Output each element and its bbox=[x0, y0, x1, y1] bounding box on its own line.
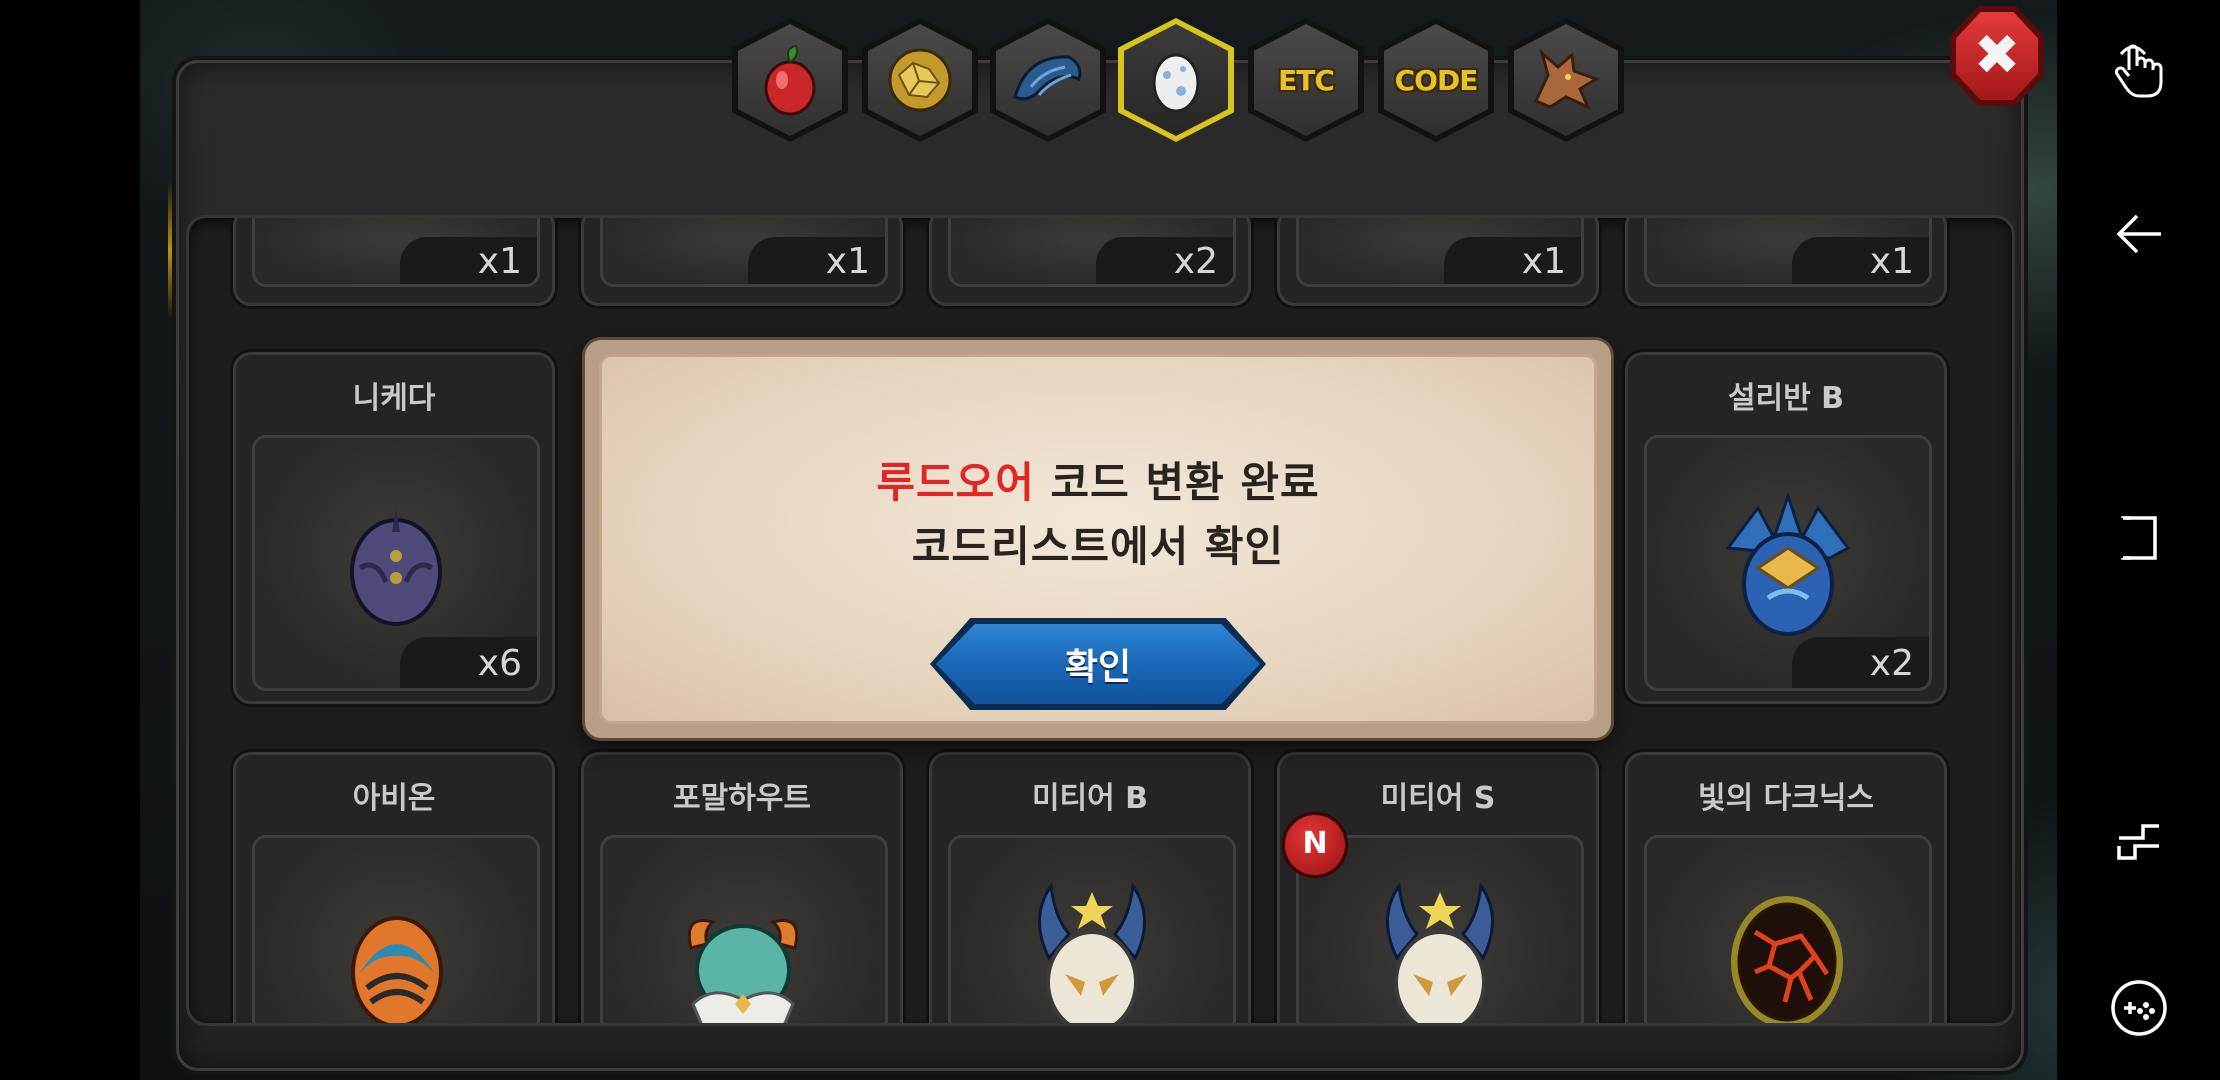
gold-ore-icon bbox=[888, 48, 952, 112]
item-slot bbox=[1644, 835, 1932, 1023]
item-card-sullivan-b[interactable]: 설리반 B x2 bbox=[1625, 352, 1947, 704]
confirm-button[interactable]: 확인 bbox=[930, 618, 1266, 710]
item-card-dark-knix[interactable]: 빛의 다크닉스 bbox=[1625, 752, 1947, 1023]
blue-scale-icon bbox=[1013, 55, 1082, 101]
item-card-meteor-b[interactable]: 미티어 B bbox=[929, 752, 1251, 1023]
item-card-nikeda[interactable]: 니케다 x6 bbox=[233, 352, 555, 704]
item-slot: x1 bbox=[252, 218, 540, 287]
item-quantity: x2 bbox=[1792, 637, 1929, 688]
recents-icon bbox=[2121, 516, 2157, 560]
item-slot bbox=[948, 835, 1236, 1023]
overview-button[interactable] bbox=[2097, 800, 2181, 884]
system-navigation-bar bbox=[2057, 0, 2220, 1080]
item-slot: x2 bbox=[948, 218, 1236, 287]
item-card[interactable]: x1 bbox=[233, 218, 555, 306]
dialog-message-line1: 루드오어 코드 변환 완료 bbox=[602, 449, 1594, 510]
item-card[interactable]: x1 bbox=[1625, 218, 1947, 306]
item-card[interactable]: x1 bbox=[581, 218, 903, 306]
recents-button[interactable] bbox=[2097, 496, 2181, 580]
hand-touch-icon bbox=[2115, 44, 2163, 98]
horned-mask-egg-icon bbox=[1038, 881, 1146, 1023]
item-slot bbox=[252, 835, 540, 1023]
red-fruit-icon bbox=[764, 44, 816, 116]
item-name: 아비온 bbox=[352, 781, 436, 816]
item-slot: x2 bbox=[1644, 435, 1932, 691]
highlighted-item-name: 루드오어 bbox=[876, 458, 1035, 507]
item-quantity: x2 bbox=[1096, 237, 1233, 284]
game-tools-button[interactable] bbox=[2097, 966, 2181, 1050]
orange-blue-egg-icon bbox=[351, 916, 443, 1023]
blue-feather-egg-icon bbox=[1725, 491, 1851, 636]
gesture-icon[interactable] bbox=[2097, 26, 2181, 110]
game-tools-icon bbox=[2111, 980, 2167, 1036]
confirm-button-label: 확인 bbox=[936, 624, 1260, 704]
tab-code-label: CODE bbox=[1394, 63, 1479, 97]
item-quantity: x6 bbox=[400, 637, 537, 688]
item-quantity: x1 bbox=[1792, 237, 1929, 284]
close-icon: ✖ bbox=[1956, 12, 2038, 100]
item-name: 니케다 bbox=[352, 381, 436, 416]
split-screen-icon bbox=[2117, 824, 2159, 860]
egg-icon bbox=[1152, 53, 1200, 113]
item-slot: x6 bbox=[252, 435, 540, 691]
item-slot bbox=[600, 835, 888, 1023]
dark-purple-egg-icon bbox=[350, 508, 442, 626]
item-quantity: x1 bbox=[400, 237, 537, 284]
item-card-fomalhaut[interactable]: 포말하우트 bbox=[581, 752, 903, 1023]
dialog-message-rest: 코드 변환 완료 bbox=[1034, 458, 1320, 507]
teal-horned-egg-icon bbox=[687, 919, 799, 1023]
item-quantity: x1 bbox=[748, 237, 885, 284]
background-glow bbox=[168, 180, 176, 320]
item-name: 미티어 S bbox=[1380, 781, 1496, 816]
item-slot: x1 bbox=[600, 218, 888, 287]
item-name: 설리반 B bbox=[1727, 381, 1845, 416]
item-slot: x1 bbox=[1644, 218, 1932, 287]
new-badge: N bbox=[1282, 812, 1348, 878]
dialog-message-line2: 코드리스트에서 확인 bbox=[911, 522, 1285, 571]
item-card[interactable]: x2 bbox=[929, 218, 1251, 306]
item-name: 미티어 B bbox=[1031, 781, 1149, 816]
dragon-head-icon bbox=[1533, 48, 1600, 110]
item-quantity: x1 bbox=[1444, 237, 1581, 284]
horned-mask-egg-icon bbox=[1386, 881, 1494, 1023]
item-card[interactable]: x1 bbox=[1277, 218, 1599, 306]
item-name: 포말하우트 bbox=[673, 781, 811, 816]
item-card-avion[interactable]: 아비온 bbox=[233, 752, 555, 1023]
tab-etc-label: ETC bbox=[1278, 63, 1335, 97]
item-slot: x1 bbox=[1296, 218, 1584, 287]
lava-egg-icon bbox=[1731, 896, 1843, 1023]
item-card-meteor-s[interactable]: 미티어 S bbox=[1277, 752, 1599, 1023]
back-icon bbox=[2116, 214, 2161, 254]
item-name: 빛의 다크닉스 bbox=[1697, 781, 1875, 816]
back-button[interactable] bbox=[2097, 192, 2181, 276]
